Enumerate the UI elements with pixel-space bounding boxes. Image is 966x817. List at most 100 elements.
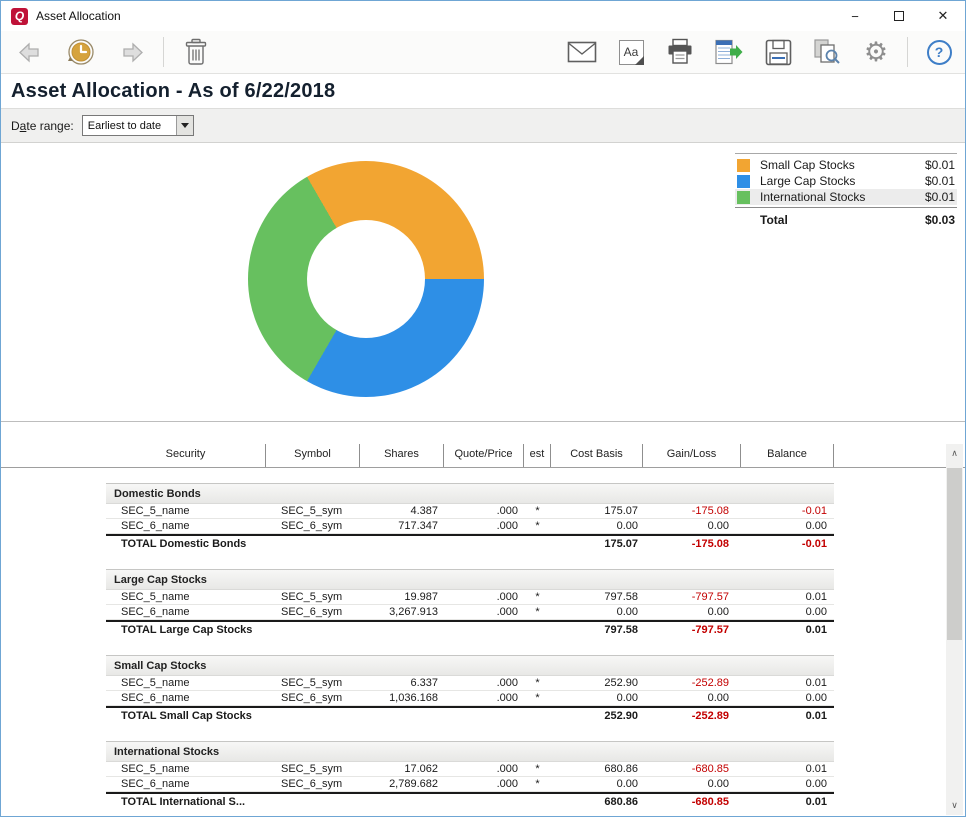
- help-button[interactable]: ?: [921, 35, 957, 69]
- balance-cell: 0.00: [741, 605, 834, 619]
- back-button[interactable]: [13, 35, 49, 69]
- column-header-quote-price[interactable]: Quote/Price: [444, 444, 524, 467]
- group-header: Small Cap Stocks: [106, 655, 834, 676]
- table-row[interactable]: SEC_5_name SEC_5_sym 6.337 .000 * 252.90…: [106, 676, 834, 691]
- cost-basis-cell: 797.58: [551, 590, 643, 604]
- help-icon: ?: [927, 40, 952, 65]
- legend-value: $0.01: [925, 158, 955, 172]
- security-cell: SEC_6_name: [106, 519, 266, 533]
- column-header-est[interactable]: est: [524, 444, 551, 467]
- column-header-security[interactable]: Security: [106, 444, 266, 467]
- group-domestic-bonds: Domestic Bonds SEC_5_name SEC_5_sym 4.38…: [106, 483, 834, 552]
- email-button[interactable]: [564, 35, 600, 69]
- gain-loss-cell: -252.89: [643, 676, 741, 690]
- legend-label: Large Cap Stocks: [760, 174, 925, 188]
- table-row[interactable]: SEC_6_name SEC_6_sym 717.347 .000 * 0.00…: [106, 519, 834, 534]
- print-preview-button[interactable]: [809, 35, 845, 69]
- window-title: Asset Allocation: [36, 9, 121, 23]
- print-button[interactable]: [662, 35, 698, 69]
- delete-button[interactable]: [178, 35, 214, 69]
- date-range-select[interactable]: Earliest to date: [82, 115, 194, 136]
- quote-cell: .000: [444, 777, 524, 791]
- minimize-button[interactable]: −: [833, 1, 877, 31]
- save-button[interactable]: [760, 35, 796, 69]
- legend-total-row: Total $0.03: [735, 208, 957, 232]
- asset-allocation-donut-chart[interactable]: [248, 161, 484, 397]
- legend-total-value: $0.03: [925, 213, 955, 227]
- table-row[interactable]: SEC_6_name SEC_6_sym 3,267.913 .000 * 0.…: [106, 605, 834, 620]
- security-cell: SEC_6_name: [106, 691, 266, 705]
- group-small-cap-stocks: Small Cap Stocks SEC_5_name SEC_5_sym 6.…: [106, 655, 834, 724]
- balance-cell: 0.01: [741, 762, 834, 776]
- column-header-cost-basis[interactable]: Cost Basis: [551, 444, 643, 467]
- quicken-logo-icon: Q: [11, 8, 28, 25]
- font-size-icon: Aa: [619, 40, 644, 65]
- chart-area: Small Cap Stocks $0.01 Large Cap Stocks …: [1, 143, 965, 422]
- maximize-button[interactable]: [877, 1, 921, 31]
- toolbar-separator: [163, 37, 164, 67]
- security-cell: SEC_6_name: [106, 777, 266, 791]
- est-cell: *: [524, 605, 551, 619]
- forward-button[interactable]: [113, 35, 149, 69]
- toolbar: Aa: [1, 31, 965, 74]
- group-total-row: TOTAL International S... 680.86 -680.85 …: [106, 792, 834, 810]
- balance-cell: 0.00: [741, 777, 834, 791]
- table-row[interactable]: SEC_6_name SEC_6_sym 2,789.682 .000 * 0.…: [106, 777, 834, 792]
- quote-cell: .000: [444, 691, 524, 705]
- history-button[interactable]: [63, 35, 99, 69]
- security-cell: SEC_5_name: [106, 762, 266, 776]
- shares-cell: 19.987: [360, 590, 444, 604]
- table-row[interactable]: SEC_5_name SEC_5_sym 19.987 .000 * 797.5…: [106, 590, 834, 605]
- scrollbar-up-arrow-icon[interactable]: ∧: [946, 446, 963, 461]
- printer-icon: [666, 38, 694, 66]
- est-cell: *: [524, 762, 551, 776]
- table-row[interactable]: SEC_5_name SEC_5_sym 4.387 .000 * 175.07…: [106, 504, 834, 519]
- cost-basis-cell: 0.00: [551, 777, 643, 791]
- close-button[interactable]: ✕: [921, 1, 965, 31]
- combo-dropdown-button[interactable]: [176, 116, 193, 135]
- legend-item[interactable]: Large Cap Stocks $0.01: [735, 173, 957, 189]
- balance-cell: -0.01: [741, 504, 834, 518]
- cost-basis-cell: 252.90: [551, 708, 643, 724]
- cost-basis-cell: 175.07: [551, 536, 643, 552]
- column-header-gain-loss[interactable]: Gain/Loss: [643, 444, 741, 467]
- shares-cell: 717.347: [360, 519, 444, 533]
- scrollbar-thumb[interactable]: [947, 468, 962, 640]
- toolbar-separator: [907, 37, 908, 67]
- settings-button[interactable]: ⚙: [858, 35, 894, 69]
- table-row[interactable]: SEC_5_name SEC_5_sym 17.062 .000 * 680.8…: [106, 762, 834, 777]
- balance-cell: -0.01: [741, 536, 834, 552]
- chart-legend: Small Cap Stocks $0.01 Large Cap Stocks …: [735, 153, 957, 232]
- symbol-cell: SEC_6_sym: [266, 777, 360, 791]
- group-large-cap-stocks: Large Cap Stocks SEC_5_name SEC_5_sym 19…: [106, 569, 834, 638]
- column-header-symbol[interactable]: Symbol: [266, 444, 360, 467]
- quote-cell: .000: [444, 605, 524, 619]
- table-vertical-scrollbar[interactable]: ∧ ∨: [946, 444, 963, 815]
- date-range-bar: Date range: Earliest to date: [1, 108, 965, 143]
- table-row[interactable]: SEC_6_name SEC_6_sym 1,036.168 .000 * 0.…: [106, 691, 834, 706]
- cost-basis-cell: 680.86: [551, 794, 643, 810]
- group-total-row: TOTAL Domestic Bonds 175.07 -175.08 -0.0…: [106, 534, 834, 552]
- balance-cell: 0.01: [741, 590, 834, 604]
- cost-basis-cell: 252.90: [551, 676, 643, 690]
- report-header: Asset Allocation - As of 6/22/2018: [1, 75, 965, 108]
- column-header-shares[interactable]: Shares: [360, 444, 444, 467]
- gain-loss-cell: -175.08: [643, 536, 741, 552]
- date-range-value: Earliest to date: [83, 120, 176, 132]
- export-button[interactable]: [711, 35, 747, 69]
- legend-item[interactable]: Small Cap Stocks $0.01: [735, 157, 957, 173]
- balance-cell: 0.00: [741, 691, 834, 705]
- column-header-balance[interactable]: Balance: [741, 444, 834, 467]
- back-arrow-icon: [17, 40, 45, 65]
- shares-cell: 2,789.682: [360, 777, 444, 791]
- font-size-button[interactable]: Aa: [613, 35, 649, 69]
- gain-loss-cell: 0.00: [643, 691, 741, 705]
- quote-cell: .000: [444, 504, 524, 518]
- legend-item[interactable]: International Stocks $0.01: [735, 189, 957, 205]
- scrollbar-down-arrow-icon[interactable]: ∨: [946, 798, 963, 813]
- legend-label: International Stocks: [760, 190, 925, 204]
- asset-allocation-window: Q Asset Allocation − ✕: [0, 0, 966, 817]
- table-column-headers: Security Symbol Shares Quote/Price est C…: [1, 422, 965, 468]
- cost-basis-cell: 797.58: [551, 622, 643, 638]
- balance-cell: 0.01: [741, 622, 834, 638]
